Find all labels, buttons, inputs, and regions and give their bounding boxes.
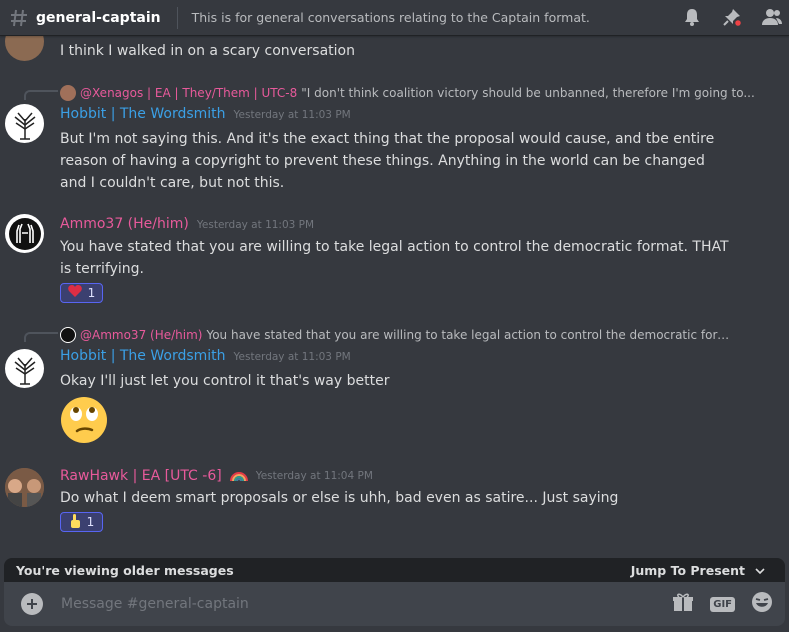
older-messages-bar[interactable]: You're viewing older messages Jump To Pr… xyxy=(4,558,785,582)
reaction-count: 1 xyxy=(86,515,95,529)
reply-author[interactable]: @Ammo37 (He/him) xyxy=(80,328,202,342)
pin-icon[interactable] xyxy=(721,6,743,28)
message-text: I think I walked in on a scary conversat… xyxy=(60,43,355,59)
jump-to-present-label: Jump To Present xyxy=(630,562,745,578)
author-name[interactable]: Hobbit | The Wordsmith xyxy=(60,348,226,364)
reply-preview[interactable]: @Xenagos | EA | They/Them | UTC-8 "I don… xyxy=(60,85,755,101)
author-name[interactable]: Ammo37 (He/him) xyxy=(60,216,189,232)
reaction-count: 1 xyxy=(87,286,96,300)
message-text: Okay I'll just let you control it that's… xyxy=(60,373,390,389)
message-input[interactable] xyxy=(61,596,621,612)
reply-preview[interactable]: @Ammo37 (He/him) You have stated that yo… xyxy=(60,327,736,343)
reply-spine xyxy=(24,332,58,342)
message: I think I walked in on a scary conversat… xyxy=(0,36,789,66)
timestamp: Yesterday at 11:03 PM xyxy=(196,219,315,231)
upload-button[interactable] xyxy=(21,593,43,615)
message: @Xenagos | EA | They/Them | UTC-8 "I don… xyxy=(0,82,789,194)
reply-author[interactable]: @Xenagos | EA | They/Them | UTC-8 xyxy=(80,86,297,100)
mini-avatar xyxy=(60,85,76,101)
message: RawHawk | EA [UTC -6] Yesterday at 11:04… xyxy=(0,466,789,556)
member-list-icon[interactable] xyxy=(761,6,783,28)
gift-icon[interactable] xyxy=(672,592,694,616)
reaction-point-up[interactable]: 1 xyxy=(60,512,103,532)
rolling-eyes-emoji[interactable] xyxy=(60,396,108,444)
reply-spine xyxy=(24,90,58,100)
message-composer: GIF xyxy=(4,582,785,626)
rainbow-icon xyxy=(229,470,248,482)
reply-text: "I don't think coalition victory should … xyxy=(301,86,755,100)
channel-topic[interactable]: This is for general conversations relati… xyxy=(192,10,590,25)
channel-name: general-captain xyxy=(36,9,161,26)
message: Ammo37 (He/him) Yesterday at 11:03 PM Yo… xyxy=(0,210,789,310)
avatar[interactable] xyxy=(5,468,44,507)
timestamp: Yesterday at 11:03 PM xyxy=(233,109,351,121)
jump-to-present-button[interactable]: Jump To Present xyxy=(631,563,765,578)
message-text: Do what I deem smart proposals or else i… xyxy=(60,490,619,506)
index-pointing-up-icon xyxy=(69,513,81,531)
avatar[interactable] xyxy=(5,104,44,143)
avatar[interactable] xyxy=(5,214,44,253)
message-text: But I'm not saying this. And it's the ex… xyxy=(60,131,715,191)
avatar[interactable] xyxy=(5,349,44,388)
author-name[interactable]: Hobbit | The Wordsmith xyxy=(60,106,226,122)
reply-text: You have stated that you are willing to … xyxy=(206,328,737,342)
plus-icon xyxy=(27,599,37,609)
channel-header: general-captain This is for general conv… xyxy=(0,0,789,36)
hashtag-icon xyxy=(8,7,30,29)
reaction-heart[interactable]: 1 xyxy=(60,283,103,303)
emoji-picker-icon[interactable] xyxy=(751,591,773,617)
timestamp: Yesterday at 11:03 PM xyxy=(233,351,351,363)
avatar[interactable] xyxy=(5,36,44,61)
header-divider xyxy=(176,6,178,29)
heart-icon xyxy=(67,285,82,301)
gif-button[interactable]: GIF xyxy=(710,596,735,612)
mini-avatar xyxy=(60,327,76,343)
bell-icon[interactable] xyxy=(681,6,703,28)
author-name[interactable]: RawHawk | EA [UTC -6] xyxy=(60,468,222,484)
chevron-down-icon xyxy=(755,563,765,578)
timestamp: Yesterday at 11:04 PM xyxy=(255,470,373,482)
message-list[interactable]: I think I walked in on a scary conversat… xyxy=(0,36,789,556)
message-text: You have stated that you are willing to … xyxy=(60,239,729,277)
older-messages-text: You're viewing older messages xyxy=(16,562,234,578)
message: @Ammo37 (He/him) You have stated that yo… xyxy=(0,324,789,448)
